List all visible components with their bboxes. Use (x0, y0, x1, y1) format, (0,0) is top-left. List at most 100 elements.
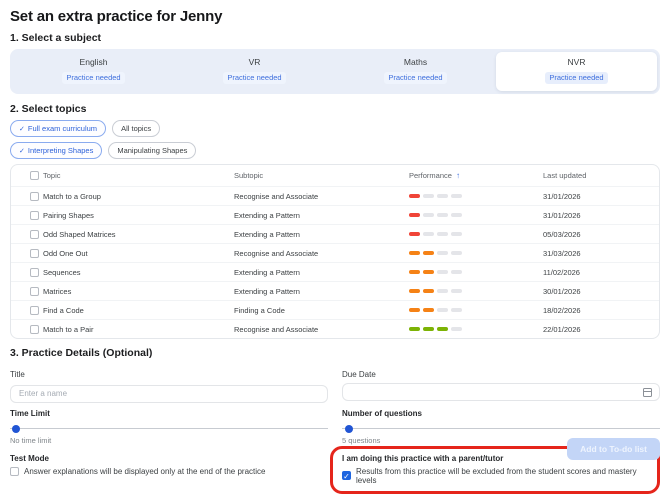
performance-bar (423, 194, 434, 198)
chip-check-icon: ✓ (19, 125, 25, 133)
row-checkbox[interactable] (30, 248, 39, 258)
num-questions-slider[interactable] (342, 424, 660, 433)
exclude-results-checkbox[interactable]: ✓ (342, 471, 351, 481)
subject-selector: English Practice needed VR Practice need… (10, 49, 660, 94)
test-mode-group: Test Mode Answer explanations will be di… (10, 445, 328, 494)
details-section-heading: 3. Practice Details (Optional) (10, 347, 153, 359)
row-checkbox[interactable] (30, 191, 39, 201)
performance-bar (423, 213, 434, 217)
sort-ascending-icon[interactable]: ↑ (456, 171, 460, 180)
performance-meter (409, 251, 543, 255)
filter-chip[interactable]: ✓ Full exam curriculum (10, 120, 107, 137)
performance-bar (409, 251, 420, 255)
last-updated-cell: 05/03/2026 (543, 229, 581, 239)
row-checkbox[interactable] (30, 267, 39, 277)
last-updated-cell: 31/03/2026 (543, 248, 581, 258)
column-header-last-updated[interactable]: Last updated (543, 171, 659, 180)
performance-bar (437, 232, 448, 236)
exclude-results-checkbox-label: Results from this practice will be exclu… (356, 466, 637, 485)
column-header-topic[interactable]: Topic (43, 171, 234, 180)
chip-label: All topics (121, 124, 152, 133)
performance-bar (409, 327, 420, 331)
filter-chip[interactable]: Manipulating Shapes (108, 142, 197, 159)
performance-bar (451, 194, 462, 198)
slider-track (10, 428, 328, 430)
topics-section-heading: 2. Select topics (10, 103, 87, 115)
due-date-input[interactable] (342, 383, 660, 401)
select-all-checkbox[interactable] (30, 171, 39, 180)
filter-chip[interactable]: ✓ Interpreting Shapes (10, 142, 103, 159)
practice-needed-badge: Practice needed (384, 72, 447, 84)
subject-card-nvr[interactable]: NVR Practice needed (496, 52, 657, 91)
subtopic-cell: Recognise and Associate (234, 248, 319, 258)
practice-needed-badge: Practice needed (62, 72, 125, 84)
title-label: Title (10, 370, 25, 379)
due-date-field-group: Due Date (342, 364, 660, 403)
performance-bar (423, 232, 434, 236)
topic-cell: Match to a Group (43, 191, 101, 201)
performance-bar (423, 251, 434, 255)
add-to-todo-button[interactable]: Add to To-do list (567, 438, 660, 460)
test-mode-checkbox[interactable] (10, 466, 19, 476)
last-updated-cell: 22/01/2026 (543, 324, 581, 334)
column-header-subtopic[interactable]: Subtopic (234, 171, 409, 180)
subject-name: NVR (567, 57, 586, 67)
row-checkbox[interactable] (30, 210, 39, 220)
table-row: Matrices Extending a Pattern 30/01/2026 (11, 281, 659, 300)
slider-track (342, 428, 660, 430)
chip-label: Manipulating Shapes (117, 146, 188, 155)
table-row: Odd One Out Recognise and Associate 31/0… (11, 243, 659, 262)
last-updated-cell: 18/02/2026 (543, 305, 581, 315)
performance-bar (451, 308, 462, 312)
performance-bar (423, 308, 434, 312)
performance-bar (409, 270, 420, 274)
subtopic-cell: Extending a Pattern (234, 286, 300, 296)
column-header-performance[interactable]: Performance ↑ (409, 171, 543, 180)
chip-label: Interpreting Shapes (27, 146, 94, 155)
topic-cell: Odd One Out (43, 248, 88, 258)
performance-bar (437, 289, 448, 293)
subject-card-vr[interactable]: VR Practice needed (174, 52, 335, 91)
subtopic-cell: Recognise and Associate (234, 324, 319, 334)
performance-meter (409, 213, 543, 217)
due-date-label: Due Date (342, 370, 376, 379)
row-checkbox[interactable] (30, 305, 39, 315)
subject-card-english[interactable]: English Practice needed (13, 52, 174, 91)
table-row: Odd Shaped Matrices Extending a Pattern … (11, 224, 659, 243)
title-input[interactable] (10, 384, 328, 403)
table-body: Match to a Group Recognise and Associate… (11, 186, 659, 338)
row-checkbox[interactable] (30, 324, 39, 334)
subject-name: Maths (403, 57, 428, 67)
last-updated-cell: 11/02/2026 (543, 267, 580, 277)
practice-needed-badge: Practice needed (545, 72, 608, 84)
performance-bar (451, 232, 462, 236)
test-mode-checkbox-label: Answer explanations will be displayed on… (24, 466, 266, 476)
topics-table: Topic Subtopic Performance ↑ Last updated… (10, 164, 660, 339)
subject-card-maths[interactable]: Maths Practice needed (335, 52, 496, 91)
performance-meter (409, 327, 543, 331)
slider-thumb[interactable] (12, 424, 20, 433)
performance-bar (437, 251, 448, 255)
calendar-icon[interactable] (643, 388, 652, 397)
slider-thumb[interactable] (345, 424, 353, 433)
time-limit-group: Time Limit No time limit (10, 403, 328, 445)
topic-filter-row: ✓ Interpreting Shapes Manipulating Shape… (10, 142, 660, 159)
row-checkbox[interactable] (30, 229, 39, 239)
performance-bar (437, 213, 448, 217)
table-row: Find a Code Finding a Code 18/02/2026 (11, 300, 659, 319)
last-updated-cell: 31/01/2026 (543, 210, 581, 220)
performance-meter (409, 308, 543, 312)
row-checkbox[interactable] (30, 286, 39, 296)
table-row: Sequences Extending a Pattern 11/02/2026 (11, 262, 659, 281)
subtopic-cell: Extending a Pattern (234, 267, 300, 277)
subtopic-cell: Finding a Code (234, 305, 285, 315)
performance-bar (451, 270, 462, 274)
filter-chip[interactable]: All topics (112, 120, 161, 137)
subtopic-cell: Extending a Pattern (234, 210, 300, 220)
time-limit-slider[interactable] (10, 424, 328, 433)
topic-cell: Find a Code (43, 305, 84, 315)
performance-bar (409, 289, 420, 293)
chip-check-icon: ✓ (19, 147, 25, 155)
topic-cell: Match to a Pair (43, 324, 94, 334)
subtopic-cell: Recognise and Associate (234, 191, 319, 201)
